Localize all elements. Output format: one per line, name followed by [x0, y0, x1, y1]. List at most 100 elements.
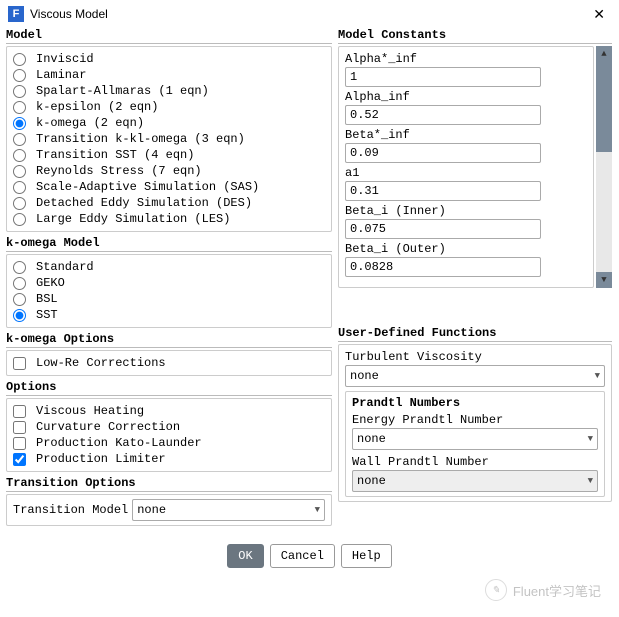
transition-options-group: Transition Model none ▼	[6, 494, 332, 526]
const-label-alphastar-inf: Alpha*_inf	[345, 51, 587, 67]
turb-visc-select[interactable]: none ▼	[345, 365, 605, 387]
cancel-button[interactable]: Cancel	[270, 544, 335, 568]
transition-model-select[interactable]: none ▼	[132, 499, 325, 521]
label-reynolds[interactable]: Reynolds Stress (7 eqn)	[36, 164, 202, 178]
window-title: Viscous Model	[30, 7, 587, 21]
check-lowre[interactable]	[13, 357, 26, 370]
label-viscous-heating[interactable]: Viscous Heating	[36, 404, 144, 418]
model-group: Inviscid Laminar Spalart-Allmaras (1 eqn…	[6, 46, 332, 232]
udf-group: Turbulent Viscosity none ▼ Prandtl Numbe…	[338, 344, 612, 502]
label-laminar[interactable]: Laminar	[36, 68, 86, 82]
watermark-text: Fluent学习笔记	[513, 581, 601, 600]
label-production-limiter[interactable]: Production Limiter	[36, 452, 166, 466]
model-title: Model	[6, 28, 332, 44]
label-kato-launder[interactable]: Production Kato-Launder	[36, 436, 202, 450]
const-input-betastar-inf[interactable]	[345, 143, 541, 163]
close-icon[interactable]: ✕	[587, 6, 611, 23]
check-production-limiter[interactable]	[13, 453, 26, 466]
komega-options-group: Low-Re Corrections	[6, 350, 332, 376]
prandtl-title: Prandtl Numbers	[352, 396, 598, 410]
scroll-track[interactable]	[596, 152, 612, 272]
komega-model-group: Standard GEKO BSL SST	[6, 254, 332, 328]
radio-sst[interactable]	[13, 309, 26, 322]
energy-prandtl-value: none	[357, 432, 386, 446]
button-bar: OK Cancel Help	[0, 534, 619, 578]
const-input-a1[interactable]	[345, 181, 541, 201]
label-kklomega[interactable]: Transition k-kl-omega (3 eqn)	[36, 132, 245, 146]
label-sas[interactable]: Scale-Adaptive Simulation (SAS)	[36, 180, 259, 194]
komega-model-title: k-omega Model	[6, 236, 332, 252]
energy-prandtl-select[interactable]: none ▼	[352, 428, 598, 450]
const-input-betai-inner[interactable]	[345, 219, 541, 239]
radio-sas[interactable]	[13, 181, 26, 194]
turb-visc-value: none	[350, 369, 379, 383]
constants-title: Model Constants	[338, 28, 612, 44]
label-geko[interactable]: GEKO	[36, 276, 65, 290]
radio-reynolds[interactable]	[13, 165, 26, 178]
radio-spalart[interactable]	[13, 85, 26, 98]
const-label-betastar-inf: Beta*_inf	[345, 127, 587, 143]
scroll-thumb[interactable]	[596, 62, 612, 152]
label-inviscid[interactable]: Inviscid	[36, 52, 94, 66]
radio-les[interactable]	[13, 213, 26, 226]
help-button[interactable]: Help	[341, 544, 392, 568]
radio-des[interactable]	[13, 197, 26, 210]
const-label-betai-outer: Beta_i (Outer)	[345, 241, 587, 257]
radio-inviscid[interactable]	[13, 53, 26, 66]
options-title: Options	[6, 380, 332, 396]
turb-visc-label: Turbulent Viscosity	[345, 349, 605, 365]
label-transsst[interactable]: Transition SST (4 eqn)	[36, 148, 194, 162]
options-group: Viscous Heating Curvature Correction Pro…	[6, 398, 332, 472]
titlebar: F Viscous Model ✕	[0, 0, 619, 28]
scroll-down-icon[interactable]: ▼	[596, 272, 612, 288]
radio-kepsilon[interactable]	[13, 101, 26, 114]
check-viscous-heating[interactable]	[13, 405, 26, 418]
transition-model-value: none	[137, 503, 166, 517]
radio-bsl[interactable]	[13, 293, 26, 306]
label-sst[interactable]: SST	[36, 308, 58, 322]
ok-button[interactable]: OK	[227, 544, 263, 568]
radio-komega[interactable]	[13, 117, 26, 130]
chevron-down-icon: ▼	[315, 505, 320, 515]
komega-options-title: k-omega Options	[6, 332, 332, 348]
scroll-up-icon[interactable]: ▲	[596, 46, 612, 62]
transition-model-label: Transition Model	[13, 503, 128, 517]
radio-standard[interactable]	[13, 261, 26, 274]
transition-options-title: Transition Options	[6, 476, 332, 492]
app-icon: F	[8, 6, 24, 22]
prandtl-group: Prandtl Numbers Energy Prandtl Number no…	[345, 391, 605, 497]
const-label-a1: a1	[345, 165, 587, 181]
const-input-betai-outer[interactable]	[345, 257, 541, 277]
udf-title: User-Defined Functions	[338, 326, 612, 342]
const-input-alphastar-inf[interactable]	[345, 67, 541, 87]
const-label-betai-inner: Beta_i (Inner)	[345, 203, 587, 219]
radio-kklomega[interactable]	[13, 133, 26, 146]
label-bsl[interactable]: BSL	[36, 292, 58, 306]
chevron-down-icon: ▼	[595, 371, 600, 381]
label-komega[interactable]: k-omega (2 eqn)	[36, 116, 144, 130]
const-label-alpha-inf: Alpha_inf	[345, 89, 587, 105]
chevron-down-icon: ▼	[588, 476, 593, 486]
radio-laminar[interactable]	[13, 69, 26, 82]
const-input-alpha-inf[interactable]	[345, 105, 541, 125]
constants-scrollbar[interactable]: ▲ ▼	[596, 46, 612, 288]
label-curvature[interactable]: Curvature Correction	[36, 420, 180, 434]
check-kato-launder[interactable]	[13, 437, 26, 450]
label-des[interactable]: Detached Eddy Simulation (DES)	[36, 196, 252, 210]
wall-prandtl-label: Wall Prandtl Number	[352, 454, 598, 470]
label-lowre[interactable]: Low-Re Corrections	[36, 356, 166, 370]
watermark: ✎ Fluent学习笔记	[485, 579, 601, 601]
constants-panel: Alpha*_inf Alpha_inf Beta*_inf a1 Beta_i…	[338, 46, 594, 288]
label-les[interactable]: Large Eddy Simulation (LES)	[36, 212, 230, 226]
label-standard[interactable]: Standard	[36, 260, 94, 274]
wall-prandtl-select[interactable]: none ▼	[352, 470, 598, 492]
label-kepsilon[interactable]: k-epsilon (2 eqn)	[36, 100, 158, 114]
chevron-down-icon: ▼	[588, 434, 593, 444]
energy-prandtl-label: Energy Prandtl Number	[352, 412, 598, 428]
wechat-icon: ✎	[485, 579, 507, 601]
wall-prandtl-value: none	[357, 474, 386, 488]
label-spalart[interactable]: Spalart-Allmaras (1 eqn)	[36, 84, 209, 98]
radio-transsst[interactable]	[13, 149, 26, 162]
radio-geko[interactable]	[13, 277, 26, 290]
check-curvature[interactable]	[13, 421, 26, 434]
